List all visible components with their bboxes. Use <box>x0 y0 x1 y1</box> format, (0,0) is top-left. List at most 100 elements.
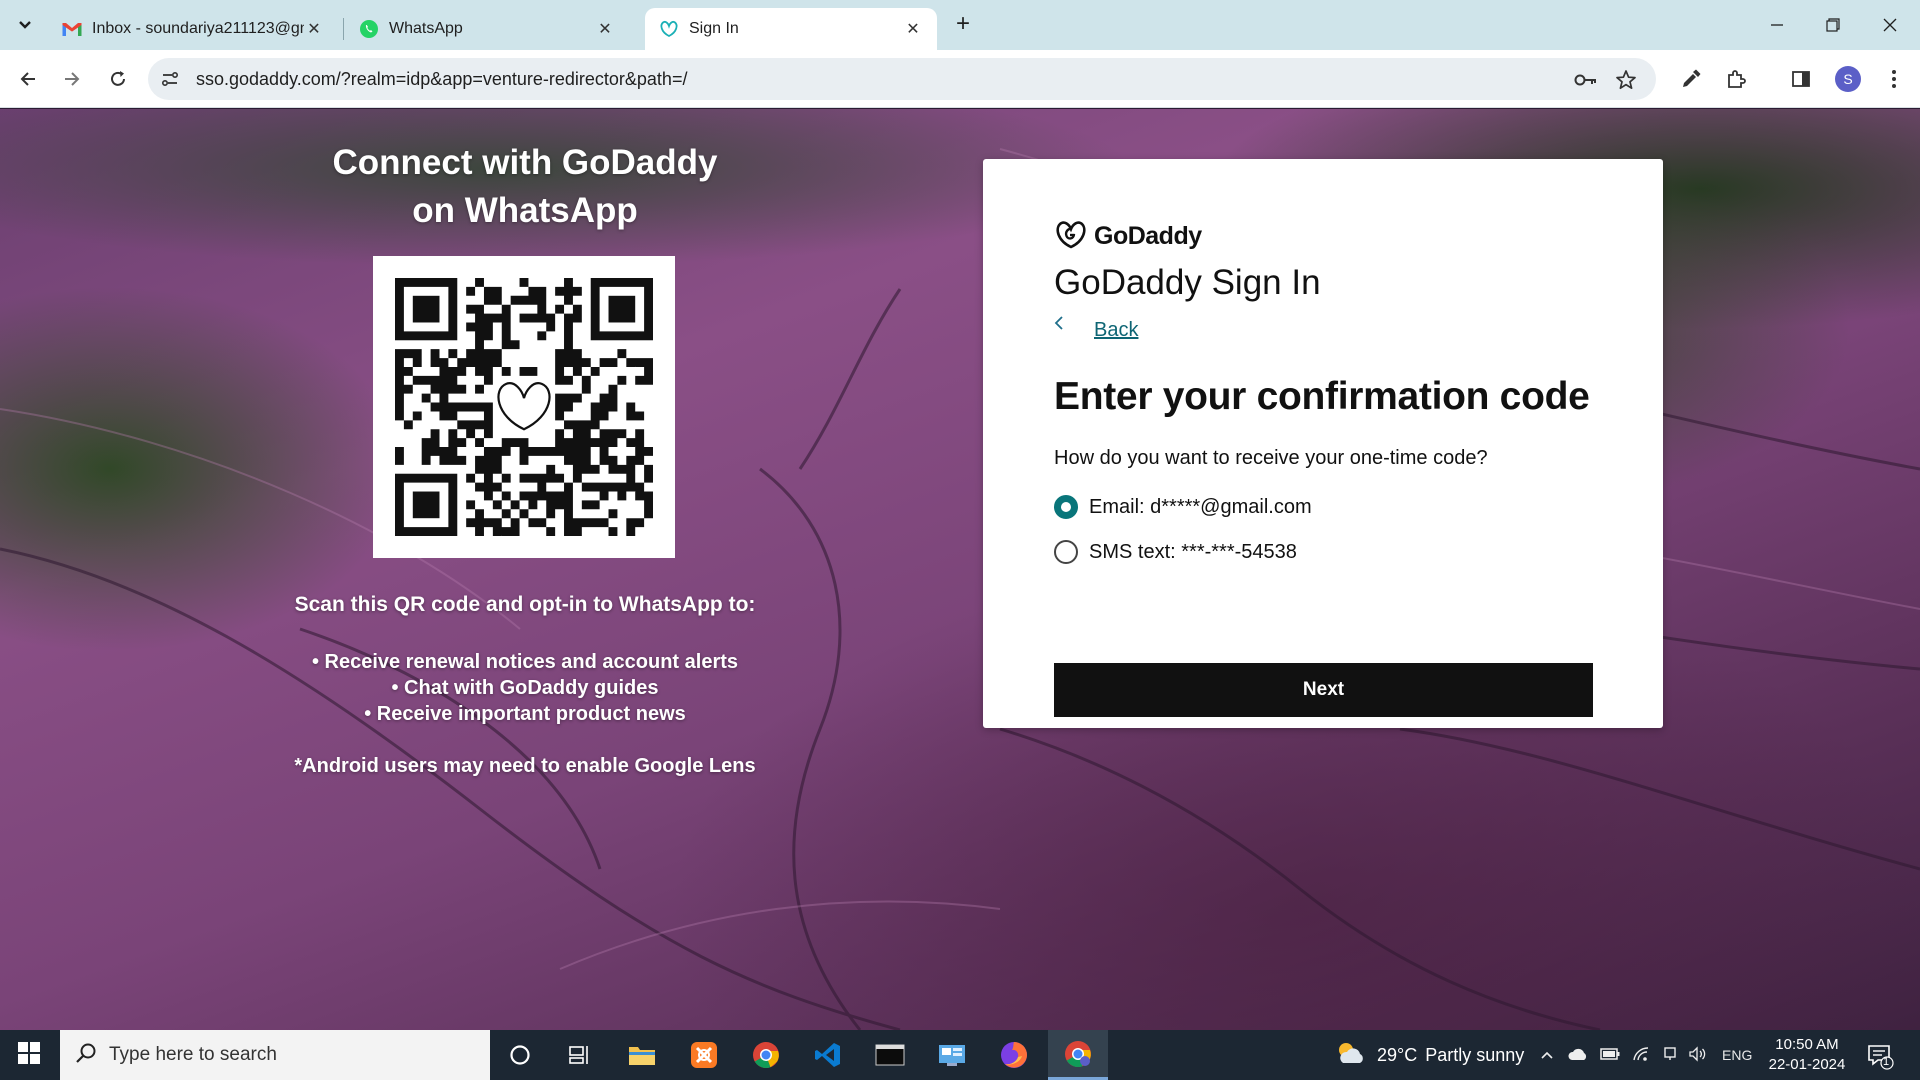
whatsapp-promo: Connect with GoDaddy on WhatsApp <box>270 139 780 235</box>
chrome-active-icon[interactable] <box>1048 1030 1108 1080</box>
weather-temp: 29°C <box>1377 1044 1418 1065</box>
windows-taskbar: Type here to search 29°C Partly sunny EN… <box>0 1030 1920 1080</box>
xampp-icon[interactable] <box>674 1030 734 1080</box>
promo-bullet: • Chat with GoDaddy guides <box>391 677 659 699</box>
notification-count: 1 <box>1883 1056 1890 1068</box>
vscode-icon[interactable] <box>798 1030 858 1080</box>
chevron-left-icon <box>1054 314 1074 335</box>
close-icon[interactable]: ✕ <box>903 19 923 39</box>
godaddy-icon <box>659 19 679 39</box>
tab-title: Inbox - soundariya211123@gm <box>92 20 304 37</box>
email-value: d*****@gmail.com <box>1150 495 1312 518</box>
wifi-icon[interactable] <box>1632 1046 1650 1065</box>
bookmark-star-icon[interactable] <box>1614 68 1638 92</box>
gmail-icon <box>62 19 82 39</box>
option-sms[interactable]: SMS text: ***-***-54538 <box>1054 540 1297 564</box>
more-menu-icon[interactable] <box>1880 65 1908 93</box>
battery-icon[interactable] <box>1600 1047 1620 1064</box>
language-indicator[interactable]: ENG <box>1722 1047 1752 1063</box>
whatsapp-qr-code <box>373 256 675 558</box>
sms-value: ***-***-54538 <box>1181 540 1297 563</box>
tab-whatsapp[interactable]: WhatsApp ✕ <box>345 8 629 50</box>
window-close-icon[interactable] <box>1873 10 1907 40</box>
firefox-icon[interactable] <box>984 1030 1044 1080</box>
delivery-question: How do you want to receive your one-time… <box>1054 447 1488 469</box>
chrome-icon[interactable] <box>736 1030 796 1080</box>
restore-icon[interactable] <box>1816 10 1850 40</box>
control-panel-icon[interactable] <box>922 1030 982 1080</box>
clock-time: 10:50 AM <box>1775 1036 1839 1053</box>
email-label: Email: <box>1089 495 1145 518</box>
side-panel-icon[interactable] <box>1787 65 1815 93</box>
address-bar[interactable]: sso.godaddy.com/?realm=idp&app=venture-r… <box>148 58 1656 100</box>
search-icon <box>75 1042 99 1069</box>
reload-icon[interactable] <box>102 63 134 95</box>
tab-title: Sign In <box>689 20 739 37</box>
tab-gmail[interactable]: Inbox - soundariya211123@gm ✕ <box>48 8 338 50</box>
browser-toolbar: sso.godaddy.com/?realm=idp&app=venture-r… <box>0 50 1920 108</box>
godaddy-logo: GoDaddy <box>1054 219 1202 254</box>
key-icon[interactable] <box>1574 68 1598 92</box>
back-nav[interactable]: Back <box>1054 316 1138 342</box>
email-radio[interactable] <box>1054 495 1078 519</box>
sms-option-label: SMS text: ***-***-54538 <box>1089 541 1297 564</box>
extensions-icon[interactable] <box>1722 65 1750 93</box>
option-email[interactable]: Email: d*****@gmail.com <box>1054 495 1312 519</box>
site-info-icon[interactable] <box>160 69 180 89</box>
back-link[interactable]: Back <box>1094 319 1138 342</box>
clock-date: 22-01-2024 <box>1768 1056 1846 1073</box>
promo-title-line1: Connect with GoDaddy <box>332 143 718 182</box>
chevron-down-icon <box>18 17 32 33</box>
url-text: sso.godaddy.com/?realm=idp&app=venture-r… <box>196 69 688 89</box>
signin-title: GoDaddy Sign In <box>1054 263 1321 302</box>
onedrive-icon[interactable] <box>1568 1047 1588 1064</box>
close-icon[interactable]: ✕ <box>595 19 615 39</box>
new-tab-button[interactable]: + <box>950 12 976 38</box>
speaker-icon[interactable] <box>1688 1045 1708 1065</box>
whatsapp-icon <box>359 19 379 39</box>
qr-code-icon <box>395 278 653 536</box>
eyedropper-icon[interactable] <box>1677 65 1705 93</box>
partly-sunny-icon <box>1335 1039 1367 1072</box>
email-option-label: Email: d*****@gmail.com <box>1089 496 1312 519</box>
promo-scan-text: Scan this QR code and opt-in to WhatsApp… <box>294 593 756 616</box>
sms-label: SMS text: <box>1089 540 1176 563</box>
system-tray: ENG <box>1540 1030 1752 1080</box>
promo-android-note: *Android users may need to enable Google… <box>294 755 756 777</box>
signin-card: GoDaddy GoDaddy Sign In Back Enter your … <box>983 159 1663 728</box>
tab-sign-in[interactable]: Sign In ✕ <box>645 8 937 50</box>
device-icon[interactable] <box>1662 1046 1678 1065</box>
task-view-icon[interactable] <box>550 1030 610 1080</box>
confirmation-heading: Enter your confirmation code <box>1054 375 1590 418</box>
promo-benefits-list: • Receive renewal notices and account al… <box>230 649 820 727</box>
sms-radio[interactable] <box>1054 540 1078 564</box>
tab-title: WhatsApp <box>389 20 463 37</box>
godaddy-logo-text: GoDaddy <box>1094 222 1202 250</box>
notification-center-icon[interactable]: 1 <box>1866 1042 1894 1070</box>
file-explorer-icon[interactable] <box>612 1030 672 1080</box>
windows-logo-icon <box>18 1041 40 1069</box>
page-background: Connect with GoDaddy on WhatsApp Scan th… <box>0 109 1920 1030</box>
chevron-up-icon[interactable] <box>1540 1047 1554 1063</box>
taskbar-search[interactable]: Type here to search <box>60 1030 490 1080</box>
tab-search-button[interactable] <box>10 10 40 40</box>
terminal-icon[interactable] <box>860 1030 920 1080</box>
avatar-initial: S <box>1843 71 1853 87</box>
minimize-icon[interactable] <box>1760 10 1794 40</box>
promo-bullet: • Receive renewal notices and account al… <box>311 651 739 673</box>
close-icon[interactable]: ✕ <box>304 19 324 39</box>
promo-title-line2: on WhatsApp <box>412 191 638 230</box>
next-button[interactable]: Next <box>1054 663 1593 717</box>
forward-arrow-icon[interactable] <box>56 63 88 95</box>
weather-desc: Partly sunny <box>1425 1044 1525 1065</box>
back-arrow-icon[interactable] <box>12 63 44 95</box>
tab-divider <box>343 18 344 40</box>
search-placeholder: Type here to search <box>109 1044 277 1065</box>
godaddy-logo-icon <box>1054 219 1088 254</box>
profile-avatar[interactable]: S <box>1835 66 1861 92</box>
cortana-icon[interactable] <box>490 1030 550 1080</box>
promo-bullet: • Receive important product news <box>364 703 686 725</box>
weather-widget[interactable]: 29°C Partly sunny <box>1335 1030 1524 1080</box>
start-button[interactable] <box>0 1030 58 1080</box>
taskbar-clock[interactable]: 10:50 AM 22-01-2024 <box>1762 1035 1852 1075</box>
